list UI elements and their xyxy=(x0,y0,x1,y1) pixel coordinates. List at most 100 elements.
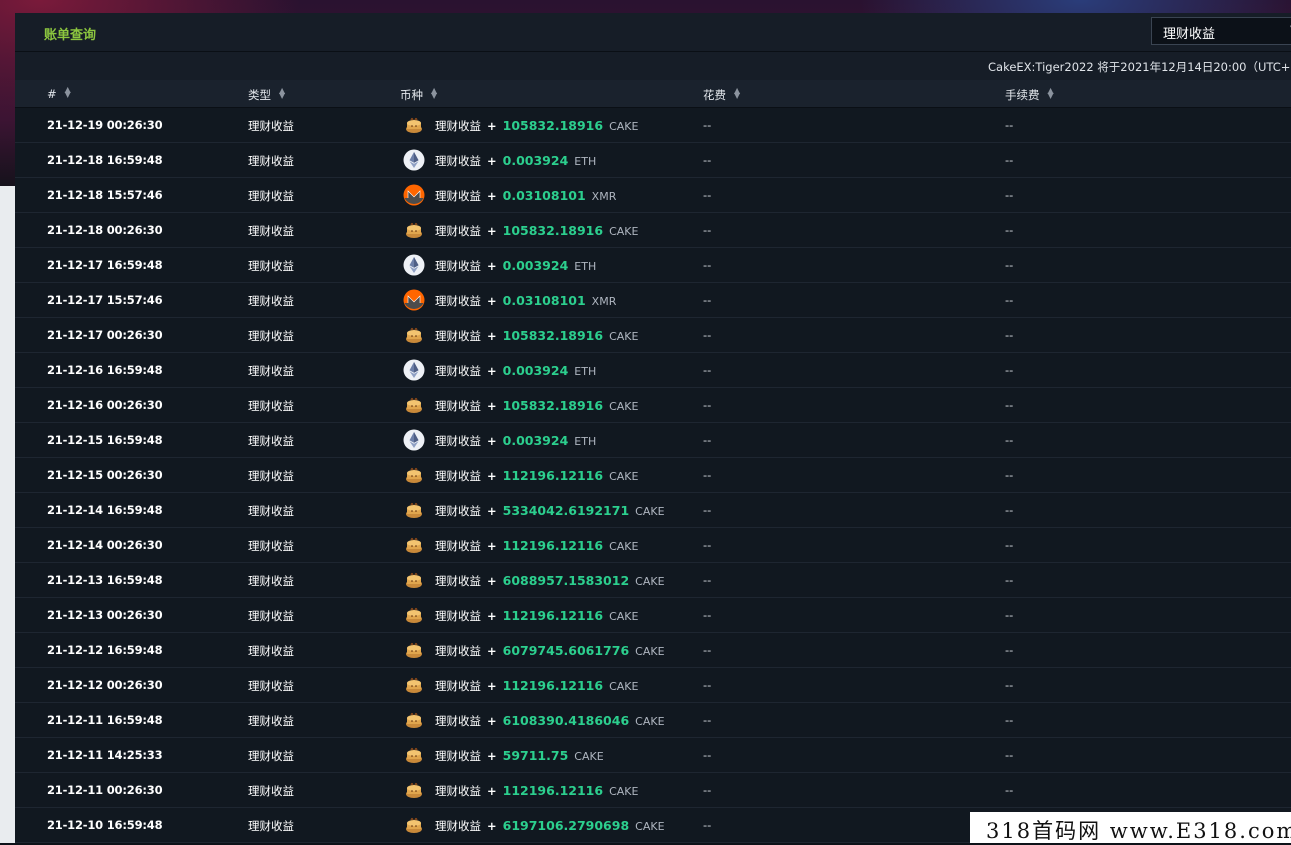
table-row[interactable]: 21-12-11 16:59:48 理财收益 理财收益 +6108390.4186… xyxy=(15,703,1291,738)
row-coin-label: 理财收益 xyxy=(435,364,481,378)
row-type: 理财收益 xyxy=(248,189,294,203)
row-coin-label: 理财收益 xyxy=(435,154,481,168)
row-fee: -- xyxy=(703,643,712,657)
column-header-type[interactable]: 类型 ▲ ▼ xyxy=(248,87,285,103)
type-filter-select[interactable]: 理财收益 ▼ xyxy=(1151,17,1291,45)
table-row[interactable]: 21-12-15 16:59:48 理财收益 理财收益 +0.003924 ETH … xyxy=(15,423,1291,458)
table-row[interactable]: 21-12-17 16:59:48 理财收益 理财收益 +0.003924 ETH … xyxy=(15,248,1291,283)
row-amount: 105832.18916 xyxy=(502,398,604,413)
row-fee: -- xyxy=(703,433,712,447)
panel-header: 账单查询 理财收益 ▼ xyxy=(15,13,1291,52)
row-commission: -- xyxy=(1005,678,1014,692)
row-time: 21-12-12 00:26:30 xyxy=(47,678,163,692)
row-coin-label: 理财收益 xyxy=(435,434,481,448)
row-amount: 105832.18916 xyxy=(502,223,604,238)
table-row[interactable]: 21-12-16 16:59:48 理财收益 理财收益 +0.003924 ETH … xyxy=(15,353,1291,388)
table-row[interactable]: 21-12-14 00:26:30 理财收益 理财收益 +112196.12116… xyxy=(15,528,1291,563)
row-commission: -- xyxy=(1005,433,1014,447)
table-row[interactable]: 21-12-17 15:57:46 理财收益 理财收益 +0.03108101 XM… xyxy=(15,283,1291,318)
row-fee: -- xyxy=(703,293,712,307)
row-coin-label: 理财收益 xyxy=(435,749,481,763)
row-commission: -- xyxy=(1005,188,1014,202)
row-unit: CAKE xyxy=(609,680,639,693)
table-row[interactable]: 21-12-14 16:59:48 理财收益 理财收益 +5334042.6192… xyxy=(15,493,1291,528)
row-sign: + xyxy=(487,609,497,623)
row-time: 21-12-17 15:57:46 xyxy=(47,293,163,307)
cake-coin-icon xyxy=(403,814,425,836)
cake-coin-icon xyxy=(403,569,425,591)
row-sign: + xyxy=(487,434,497,448)
eth-coin-icon xyxy=(403,429,425,451)
sort-icon[interactable]: ▲ ▼ xyxy=(1048,87,1054,100)
row-fee: -- xyxy=(703,818,712,832)
row-time: 21-12-15 16:59:48 xyxy=(47,433,163,447)
table-row[interactable]: 21-12-18 00:26:30 理财收益 理财收益 +105832.18916… xyxy=(15,213,1291,248)
row-sign: + xyxy=(487,364,497,378)
column-header-commission[interactable]: 手续费 ▲ ▼ xyxy=(1005,87,1054,103)
row-time: 21-12-14 00:26:30 xyxy=(47,538,163,552)
table-row[interactable]: 21-12-18 15:57:46 理财收益 理财收益 +0.03108101 XM… xyxy=(15,178,1291,213)
table-row[interactable]: 21-12-19 00:26:30 理财收益 理财收益 +105832.18916… xyxy=(15,108,1291,143)
row-amount: 6108390.4186046 xyxy=(502,713,630,728)
row-coin-label: 理财收益 xyxy=(435,294,481,308)
table-row[interactable]: 21-12-13 16:59:48 理财收益 理财收益 +6088957.1583… xyxy=(15,563,1291,598)
table-row[interactable]: 21-12-16 00:26:30 理财收益 理财收益 +105832.18916… xyxy=(15,388,1291,423)
row-commission: -- xyxy=(1005,713,1014,727)
sort-icon[interactable]: ▲ ▼ xyxy=(279,87,285,100)
row-commission: -- xyxy=(1005,573,1014,587)
table-row[interactable]: 21-12-12 16:59:48 理财收益 理财收益 +6079745.6061… xyxy=(15,633,1291,668)
row-fee: -- xyxy=(703,328,712,342)
row-unit: ETH xyxy=(574,435,597,448)
row-unit: CAKE xyxy=(609,540,639,553)
row-sign: + xyxy=(487,399,497,413)
row-time: 21-12-10 16:59:48 xyxy=(47,818,163,832)
row-type: 理财收益 xyxy=(248,329,294,343)
table-row[interactable]: 21-12-11 14:25:33 理财收益 理财收益 +59711.75 CAKE… xyxy=(15,738,1291,773)
row-type: 理财收益 xyxy=(248,294,294,308)
row-sign: + xyxy=(487,819,497,833)
row-type: 理财收益 xyxy=(248,154,294,168)
row-commission: -- xyxy=(1005,538,1014,552)
table-row[interactable]: 21-12-18 16:59:48 理财收益 理财收益 +0.003924 ETH … xyxy=(15,143,1291,178)
row-coin-label: 理财收益 xyxy=(435,329,481,343)
row-unit: CAKE xyxy=(635,820,665,833)
table-row[interactable]: 21-12-11 00:26:30 理财收益 理财收益 +112196.12116… xyxy=(15,773,1291,808)
row-amount: 112196.12116 xyxy=(502,468,604,483)
row-type: 理财收益 xyxy=(248,434,294,448)
cake-coin-icon xyxy=(403,639,425,661)
row-type: 理财收益 xyxy=(248,714,294,728)
row-coin-label: 理财收益 xyxy=(435,539,481,553)
row-time: 21-12-16 00:26:30 xyxy=(47,398,163,412)
column-header-index[interactable]: # ▲ ▼ xyxy=(47,86,71,102)
column-header-coin[interactable]: 币种 ▲ ▼ xyxy=(400,87,437,103)
row-commission: -- xyxy=(1005,223,1014,237)
row-time: 21-12-18 15:57:46 xyxy=(47,188,163,202)
row-fee: -- xyxy=(703,748,712,762)
sort-icon[interactable]: ▲ ▼ xyxy=(65,86,71,99)
row-fee: -- xyxy=(703,538,712,552)
row-sign: + xyxy=(487,469,497,483)
row-amount: 0.003924 xyxy=(502,363,569,378)
sort-icon[interactable]: ▲ ▼ xyxy=(734,87,740,100)
row-time: 21-12-16 16:59:48 xyxy=(47,363,163,377)
row-fee: -- xyxy=(703,118,712,132)
row-fee: -- xyxy=(703,223,712,237)
row-unit: CAKE xyxy=(574,750,604,763)
table-row[interactable]: 21-12-13 00:26:30 理财收益 理财收益 +112196.12116… xyxy=(15,598,1291,633)
table-row[interactable]: 21-12-15 00:26:30 理财收益 理财收益 +112196.12116… xyxy=(15,458,1291,493)
row-unit: CAKE xyxy=(609,330,639,343)
row-amount: 6079745.6061776 xyxy=(502,643,630,658)
notice-text[interactable]: CakeEX:Tiger2022 将于2021年12月14日20:00（UTC+… xyxy=(988,59,1291,75)
row-commission: -- xyxy=(1005,608,1014,622)
cake-coin-icon xyxy=(403,114,425,136)
row-unit: ETH xyxy=(574,365,597,378)
table-row[interactable]: 21-12-12 00:26:30 理财收益 理财收益 +112196.12116… xyxy=(15,668,1291,703)
cake-coin-icon xyxy=(403,219,425,241)
row-type: 理财收益 xyxy=(248,539,294,553)
row-unit: CAKE xyxy=(609,120,639,133)
row-commission: -- xyxy=(1005,118,1014,132)
row-time: 21-12-15 00:26:30 xyxy=(47,468,163,482)
sort-icon[interactable]: ▲ ▼ xyxy=(431,87,437,100)
table-row[interactable]: 21-12-17 00:26:30 理财收益 理财收益 +105832.18916… xyxy=(15,318,1291,353)
column-header-fee[interactable]: 花费 ▲ ▼ xyxy=(703,87,740,103)
